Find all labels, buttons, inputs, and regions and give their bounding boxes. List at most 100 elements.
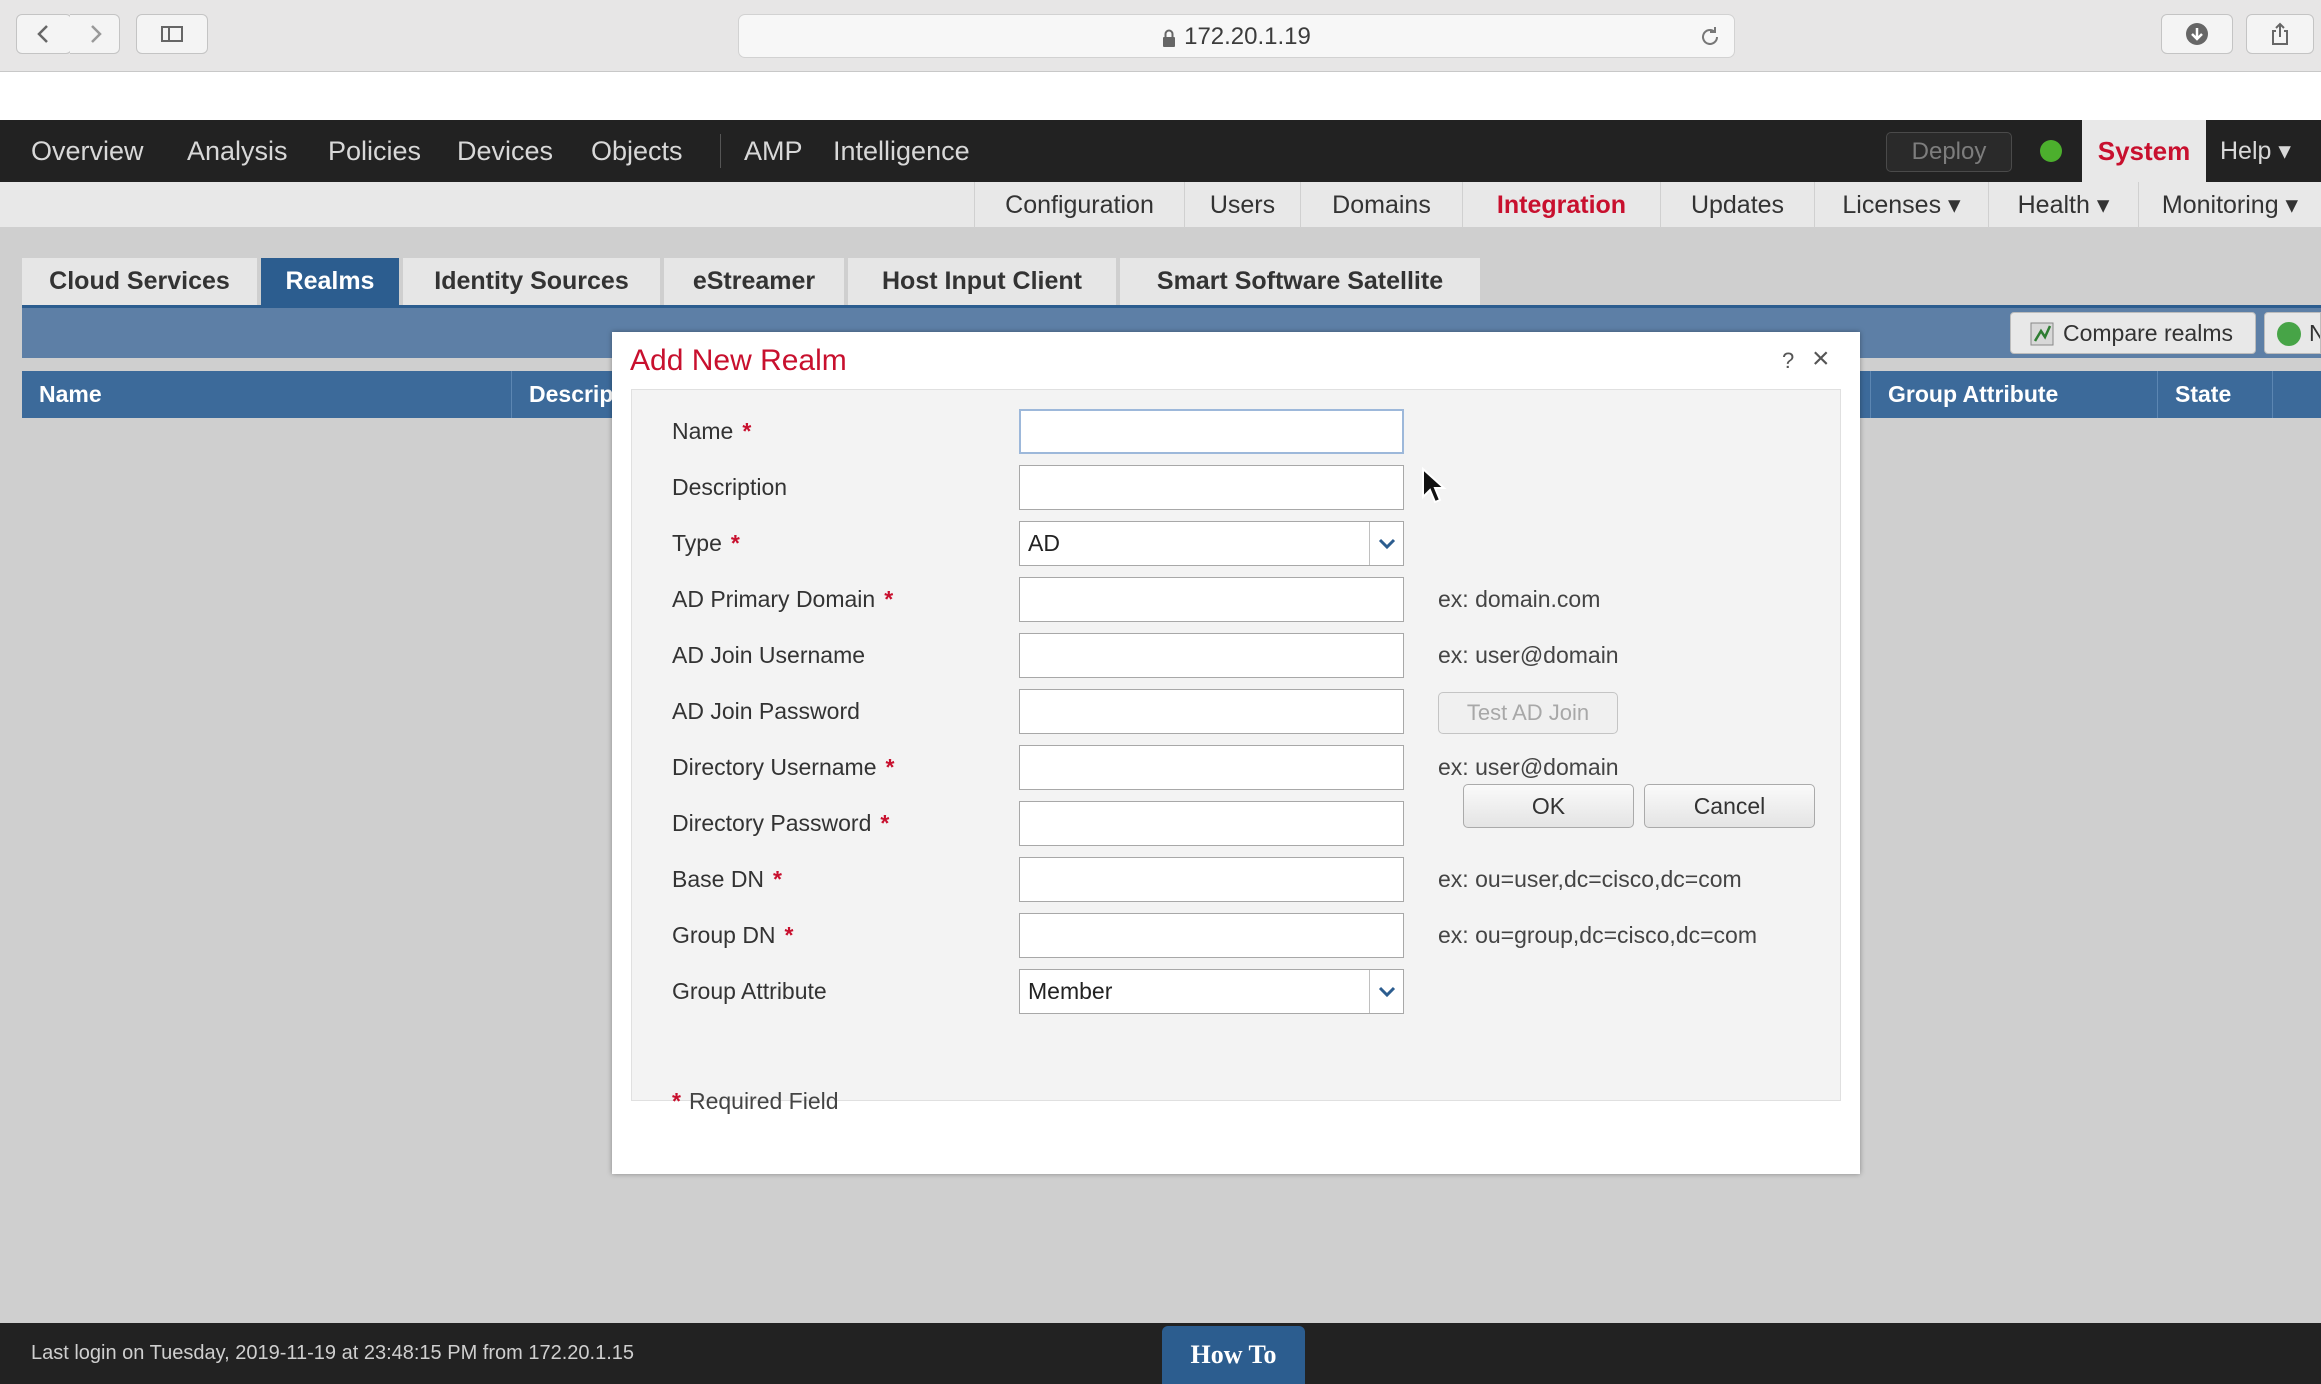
tab-smart-software-satellite[interactable]: Smart Software Satellite [1120, 258, 1480, 305]
new-realm-button[interactable]: N [2264, 312, 2321, 354]
dialog-form: Name * Description Type * AD AD Primary Do… [631, 389, 1842, 1114]
tab-estreamer[interactable]: eStreamer [664, 258, 844, 305]
subnav-configuration[interactable]: Configuration [974, 182, 1184, 228]
group-dn-label: Group DN * [672, 922, 794, 948]
group-dn-input[interactable] [1019, 913, 1404, 958]
tab-realms[interactable]: Realms [261, 258, 399, 305]
subnav-updates[interactable]: Updates [1660, 182, 1814, 228]
nav-intelligence[interactable]: Intelligence [833, 120, 970, 182]
nav-analysis[interactable]: Analysis [187, 120, 288, 182]
browser-back-button[interactable] [16, 14, 72, 54]
browser-toolbar: 172.20.1.19 [0, 0, 2321, 72]
address-bar[interactable]: 172.20.1.19 [738, 14, 1735, 58]
required-marker: * [884, 586, 894, 612]
type-select[interactable]: AD [1019, 521, 1404, 566]
base-dn-label: Base DN * [672, 866, 782, 892]
subnav-health[interactable]: Health ▾ [1988, 182, 2138, 228]
form-row-ad-primary-domain: AD Primary Domain * ex: domain.com [632, 571, 1842, 627]
tab-cloud-services[interactable]: Cloud Services [22, 258, 257, 305]
directory-password-input[interactable] [1019, 801, 1404, 846]
mouse-cursor-icon [1422, 467, 1447, 504]
dialog-title: Add New Realm [630, 344, 847, 377]
cancel-button[interactable]: Cancel [1644, 784, 1815, 828]
last-login-text: Last login on Tuesday, 2019-11-19 at 23:… [31, 1342, 634, 1364]
help-menu[interactable]: Help ▾ [2220, 120, 2291, 182]
group-dn-hint: ex: ou=group,dc=cisco,dc=com [1438, 922, 1757, 948]
description-input[interactable] [1019, 465, 1404, 510]
required-marker: * [672, 1088, 681, 1114]
ad-join-username-input[interactable] [1019, 633, 1404, 678]
ad-primary-domain-label: AD Primary Domain * [672, 586, 894, 612]
ad-join-password-input[interactable] [1019, 689, 1404, 734]
subnav-integration[interactable]: Integration [1462, 182, 1660, 228]
help-icon[interactable]: ? [1782, 348, 1794, 374]
form-row-group-attribute: Group Attribute Member [632, 963, 1842, 1019]
type-label: Type * [672, 530, 740, 556]
ad-primary-domain-hint: ex: domain.com [1438, 586, 1601, 612]
tab-identity-sources[interactable]: Identity Sources [403, 258, 660, 305]
test-ad-join-button[interactable]: Test AD Join [1438, 692, 1618, 734]
name-input[interactable] [1019, 409, 1404, 454]
share-icon [2272, 22, 2288, 45]
required-marker: * [885, 754, 895, 780]
browser-forward-button[interactable] [70, 14, 120, 54]
nav-objects[interactable]: Objects [591, 120, 683, 182]
form-row-description: Description [632, 459, 1842, 515]
description-label: Description [672, 474, 788, 500]
column-name[interactable]: Name [22, 371, 512, 418]
close-icon[interactable]: × [1812, 342, 1830, 376]
system-subnav: Configuration Users Domains Integration … [0, 182, 2321, 228]
share-button[interactable] [2246, 14, 2314, 54]
required-marker: * [880, 810, 890, 836]
add-icon [2277, 322, 2301, 346]
deploy-button[interactable]: Deploy [1886, 132, 2012, 172]
subnav-monitoring[interactable]: Monitoring ▾ [2138, 182, 2321, 228]
base-dn-input[interactable] [1019, 857, 1404, 902]
reload-icon[interactable] [1698, 25, 1722, 49]
column-group-attribute[interactable]: Group Attribute [1870, 371, 2158, 418]
compare-realms-button[interactable]: Compare realms [2010, 312, 2256, 354]
ok-button[interactable]: OK [1463, 784, 1634, 828]
directory-password-label: Directory Password * [672, 810, 890, 836]
nav-devices[interactable]: Devices [457, 120, 553, 182]
compare-realms-label: Compare realms [2063, 320, 2233, 346]
nav-system[interactable]: System [2082, 120, 2206, 182]
directory-username-input[interactable] [1019, 745, 1404, 790]
tab-host-input-client[interactable]: Host Input Client [848, 258, 1116, 305]
compare-icon [2030, 322, 2054, 346]
form-row-base-dn: Base DN * ex: ou=user,dc=cisco,dc=com [632, 851, 1842, 907]
ad-primary-domain-input[interactable] [1019, 577, 1404, 622]
form-row-ad-join-password: AD Join Password Test AD Join [632, 683, 1842, 739]
downloads-button[interactable] [2161, 14, 2233, 54]
required-field-note: * Required Field [672, 1088, 839, 1114]
nav-overview[interactable]: Overview [31, 120, 144, 182]
required-marker: * [784, 922, 794, 948]
url-text: 172.20.1.19 [1184, 23, 1311, 50]
nav-policies[interactable]: Policies [328, 120, 421, 182]
chevron-left-icon [37, 25, 48, 43]
new-realm-label: N [2309, 313, 2320, 353]
chevron-right-icon [90, 25, 102, 43]
main-nav: Overview Analysis Policies Devices Objec… [0, 120, 2321, 182]
form-row-group-dn: Group DN * ex: ou=group,dc=cisco,dc=com [632, 907, 1842, 963]
group-attribute-select[interactable]: Member [1019, 969, 1404, 1014]
sidebar-toggle-button[interactable] [136, 14, 208, 54]
column-state[interactable]: State [2158, 371, 2273, 418]
ad-join-password-label: AD Join Password [672, 698, 860, 724]
subnav-users[interactable]: Users [1184, 182, 1300, 228]
sidebar-icon [161, 26, 183, 42]
add-realm-dialog: Add New Realm ? × Name * Description Type… [612, 332, 1860, 1174]
chevron-down-icon [1369, 970, 1403, 1013]
subnav-domains[interactable]: Domains [1300, 182, 1462, 228]
form-row-type: Type * AD [632, 515, 1842, 571]
directory-username-label: Directory Username * [672, 754, 895, 780]
nav-amp[interactable]: AMP [744, 120, 803, 182]
status-ok-icon[interactable] [2040, 140, 2062, 162]
subnav-licenses[interactable]: Licenses ▾ [1814, 182, 1988, 228]
how-to-button[interactable]: How To [1162, 1326, 1305, 1384]
base-dn-hint: ex: ou=user,dc=cisco,dc=com [1438, 866, 1742, 892]
group-attribute-value: Member [1028, 978, 1113, 1004]
required-marker: * [773, 866, 782, 892]
form-row-ad-join-username: AD Join Username ex: user@domain [632, 627, 1842, 683]
required-marker: * [730, 530, 740, 556]
